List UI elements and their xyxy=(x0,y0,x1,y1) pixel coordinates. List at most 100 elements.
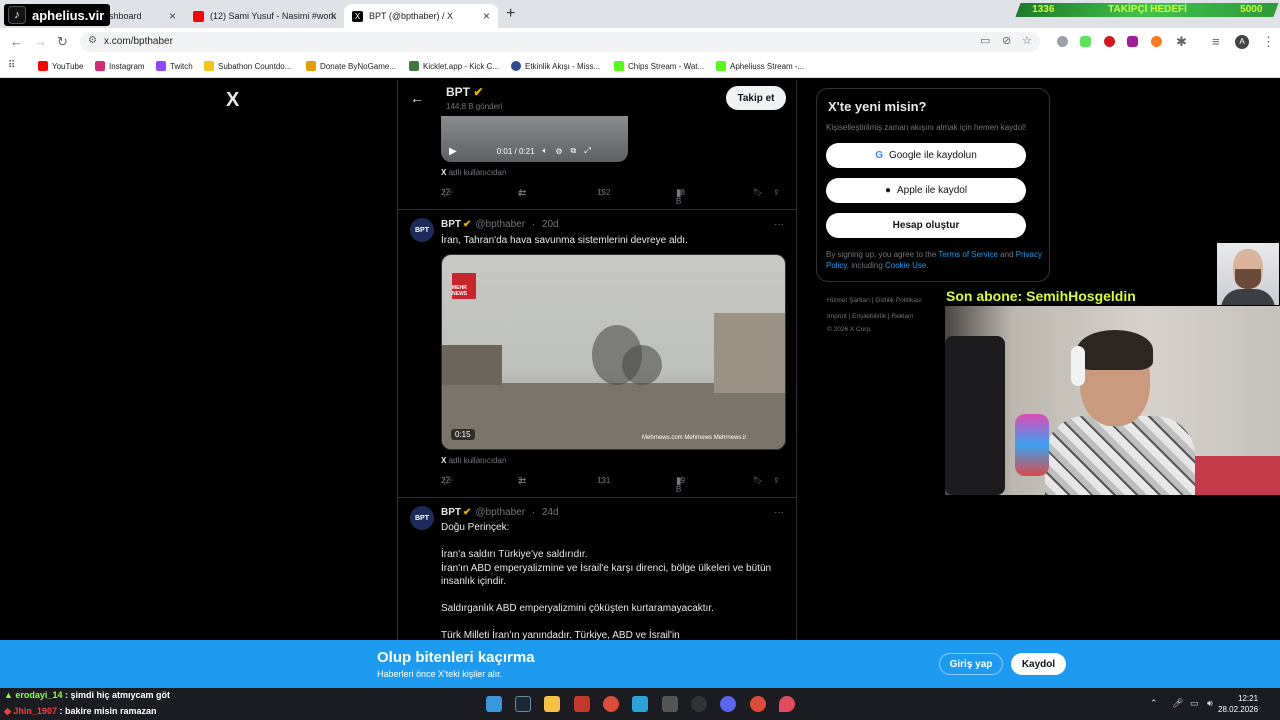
url-field[interactable]: ⚙ x.com/bpthaber ▭ ⊘ ☆ xyxy=(80,32,1040,52)
network-icon[interactable]: ▭ xyxy=(1190,698,1199,709)
close-icon[interactable]: × xyxy=(169,9,176,23)
create-account-button[interactable]: Hesap oluştur xyxy=(826,213,1026,238)
streamer-name-overlay: ♪ aphelius.vir xyxy=(4,4,111,26)
signup-banner: Olup bitenleri kaçırma Haberleri önce X'… xyxy=(0,640,1280,688)
close-icon[interactable]: × xyxy=(483,9,490,23)
bookmark-subathon[interactable]: Subathon Countdo... xyxy=(204,61,291,71)
bookmarks-bar: ⠿ YouTube Instagram Twitch Subathon Coun… xyxy=(0,56,1280,78)
map-pin-icon[interactable] xyxy=(779,696,795,712)
close-icon[interactable]: × xyxy=(330,9,337,23)
tweet-author: BPT ✔ @bpthaber · 24d xyxy=(441,507,559,518)
bookmark-icon[interactable]: 🔖︎ xyxy=(753,476,763,485)
green-extension-icon[interactable] xyxy=(1080,36,1091,47)
app-icon[interactable] xyxy=(662,696,678,712)
post-count: 144,8 B gönderi xyxy=(446,102,503,111)
picture-in-picture-icon[interactable]: ⧉ xyxy=(571,146,577,156)
apple-signup-button[interactable]: ● Apple ile kaydol xyxy=(826,178,1026,203)
footer-copyright: © 2026 X Corp. xyxy=(827,326,872,333)
bookmark-chips-stream[interactable]: Chips Stream - Wat... xyxy=(614,61,704,71)
reload-icon[interactable]: ↻ xyxy=(57,34,68,50)
tab-bar: ashboard × (12) Sami Yusuf - Nasimi #wor… xyxy=(0,0,1280,28)
x-logo-icon[interactable]: X xyxy=(226,89,239,112)
tiktok-icon: ♪ xyxy=(8,6,26,24)
terms-link[interactable]: Terms of Service xyxy=(938,250,998,259)
kick-icon xyxy=(614,61,624,71)
share-icon[interactable]: ⇪ xyxy=(773,476,780,485)
bookmark-twitch[interactable]: Twitch xyxy=(156,61,193,71)
bookmark-youtube[interactable]: YouTube xyxy=(38,61,83,71)
timeline-column: ← BPT ✔ 144,8 B gönderi Takip et ▶ 0:01 … xyxy=(397,80,797,640)
discord-icon[interactable] xyxy=(720,696,736,712)
volume-icon[interactable]: 🔈︎ xyxy=(543,146,548,156)
obs-icon[interactable] xyxy=(691,696,707,712)
apps-grid-icon[interactable]: ⠿ xyxy=(8,60,15,71)
tab-bpt-x[interactable]: X BPT (@bpthaber) / X × xyxy=(344,4,498,28)
microphone-icon[interactable]: 🎤︎ xyxy=(1172,698,1183,709)
red-extension-icon[interactable] xyxy=(1104,36,1115,47)
google-signup-button[interactable]: G Google ile kaydolun xyxy=(826,143,1026,168)
tweet-actions: 💬︎ 22 ⇄ 4 ♡ 152 ▮ 18 B 🔖︎ ⇪ xyxy=(441,188,780,206)
back-icon[interactable]: ← xyxy=(10,34,23,49)
instagram-icon xyxy=(95,61,105,71)
goal-target: 5000 xyxy=(1240,4,1263,15)
bookmark-etkinlik[interactable]: Etkinlik Akışı - Miss... xyxy=(511,61,600,71)
system-clock[interactable]: 12:21 28.02.2026 xyxy=(1218,693,1258,715)
login-button[interactable]: Giriş yap xyxy=(939,653,1003,675)
media-control-icon[interactable]: ≡ xyxy=(1212,34,1220,49)
chrome-icon[interactable] xyxy=(750,696,766,712)
settings-gear-icon[interactable]: ⚙ xyxy=(555,147,562,156)
menu-kebab-icon[interactable]: ⋮ xyxy=(1262,34,1275,50)
file-explorer-icon[interactable] xyxy=(544,696,560,712)
bookmark-bynogame[interactable]: Donate ByNoGame... xyxy=(306,61,396,71)
tweet-video-player[interactable]: ▶ 0:01 / 0:21 🔈︎ ⚙ ⧉ ⤢ xyxy=(441,116,628,162)
footer-links-row1[interactable]: Hizmet Şartları | Gizlilik Politikası xyxy=(827,297,922,304)
extensions-puzzle-icon[interactable]: ✱ xyxy=(1176,34,1187,50)
site-info-icon[interactable]: ⚙ xyxy=(88,35,97,46)
video-controls: ▶ 0:01 / 0:21 🔈︎ ⚙ ⧉ ⤢ xyxy=(441,140,628,162)
twitch-icon xyxy=(156,61,166,71)
play-icon[interactable]: ▶ xyxy=(449,146,457,157)
steam-icon[interactable] xyxy=(515,696,531,712)
follower-goal-bar: 1336 TAKİPÇİ HEDEFİ 5000 xyxy=(1015,3,1279,17)
avatar[interactable]: BPT xyxy=(410,218,434,242)
bookmark-kicklet[interactable]: Kicklet.app - Kick C... xyxy=(409,61,499,71)
app-icon[interactable] xyxy=(574,696,590,712)
volume-icon[interactable]: 🔊︎ xyxy=(1207,698,1213,709)
tray-chevron-icon[interactable]: ⌃ xyxy=(1150,698,1158,709)
start-windows-icon[interactable] xyxy=(486,696,502,712)
cookie-link[interactable]: Cookie Use xyxy=(885,261,926,270)
avatar[interactable]: BPT xyxy=(410,506,434,530)
bookmark-star-icon[interactable]: ☆ xyxy=(1022,34,1032,47)
new-tab-button[interactable]: + xyxy=(506,5,515,23)
banner-subtitle: Haberleri önce X'teki kişiler alır. xyxy=(377,669,503,679)
purple-extension-icon[interactable] xyxy=(1127,36,1138,47)
eye-off-icon[interactable]: ⊘ xyxy=(1002,34,1011,47)
address-toolbar: ← → ↻ ⚙ x.com/bpthaber ▭ ⊘ ☆ ✱ ≡ A ⋮ xyxy=(0,28,1280,56)
profile-header: ← BPT ✔ 144,8 B gönderi Takip et xyxy=(398,80,796,116)
fullscreen-icon[interactable]: ⤢ xyxy=(584,146,590,156)
last-subscriber-overlay: Son abone: SemihHosgeldin xyxy=(946,288,1136,304)
chrome-icon[interactable] xyxy=(603,696,619,712)
smoke-image xyxy=(622,345,662,385)
goal-label: TAKİPÇİ HEDEFİ xyxy=(1108,4,1187,15)
more-options-icon[interactable]: ··· xyxy=(774,507,784,518)
shield-extension-icon[interactable] xyxy=(1057,36,1068,47)
bookmark-apheliuss-stream[interactable]: Apheliuss Stream -... xyxy=(716,61,804,71)
footer-links-row2[interactable]: Imprint | Erişilebilirlik | Reklam xyxy=(827,313,913,320)
cast-icon[interactable]: ▭ xyxy=(980,34,990,47)
share-icon[interactable]: ⇪ xyxy=(773,188,780,197)
register-button[interactable]: Kaydol xyxy=(1011,653,1066,675)
more-options-icon[interactable]: ··· xyxy=(774,219,784,230)
app-icon[interactable] xyxy=(632,696,648,712)
profile-avatar[interactable]: A xyxy=(1235,35,1249,49)
youtube-icon xyxy=(38,61,48,71)
bookmark-instagram[interactable]: Instagram xyxy=(95,61,145,71)
follow-button[interactable]: Takip et xyxy=(726,86,786,110)
tweet-video[interactable]: MEHR NEWS 0:15 Mehrnews.com Mehrnews Meh… xyxy=(441,254,786,450)
back-arrow-icon[interactable]: ← xyxy=(410,90,424,106)
orange-extension-icon[interactable] xyxy=(1151,36,1162,47)
tab-youtube[interactable]: (12) Sami Yusuf - Nasimi #work × xyxy=(185,4,345,28)
forward-icon[interactable]: → xyxy=(34,34,47,49)
bookmark-icon[interactable]: 🔖︎ xyxy=(753,188,763,197)
google-icon: G xyxy=(875,150,883,161)
